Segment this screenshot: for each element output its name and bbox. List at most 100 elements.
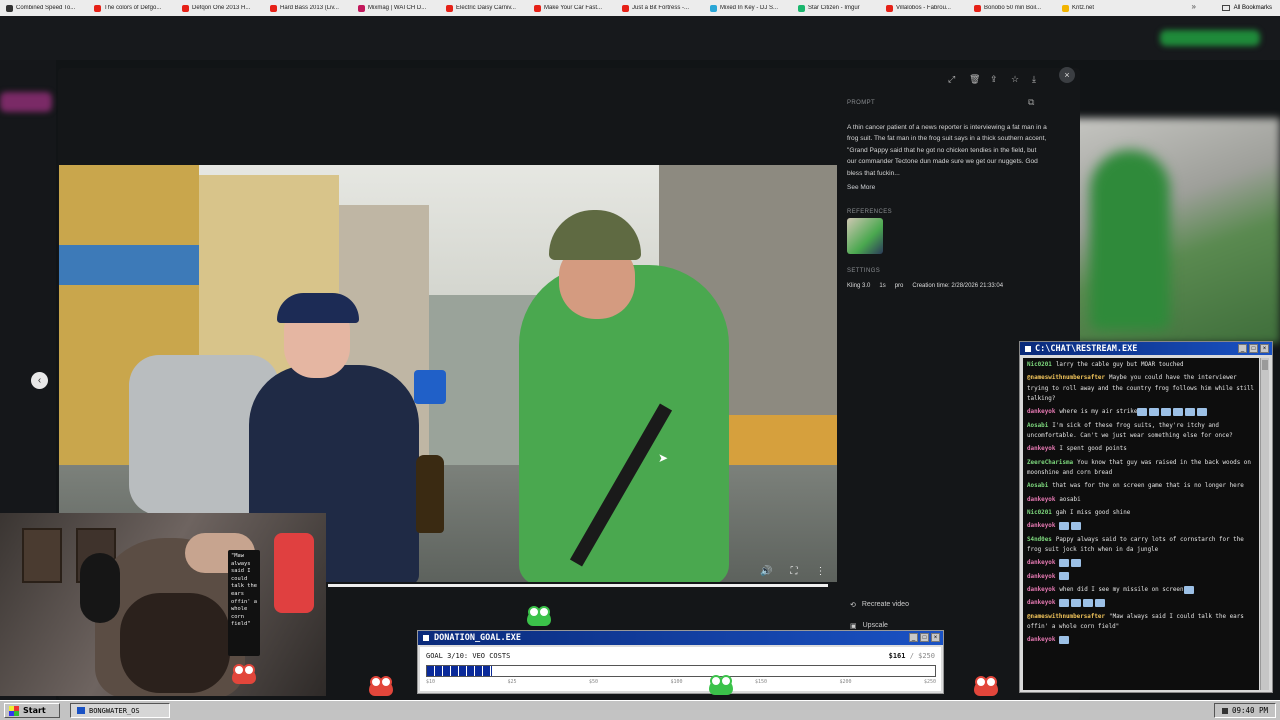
expand-icon[interactable]: ⤢ [948,75,957,84]
window-icon [77,707,85,714]
donation-tick-label: $10 [426,679,436,685]
bookmark-item[interactable]: Mixmag | WATCH D... [358,4,446,12]
background-sidebar-item [0,92,52,112]
bookmarks-more-button[interactable]: » [1192,2,1196,11]
favicon-icon [798,4,805,12]
bookmark-label: Villalobos - Fabrou... [896,5,951,11]
taskbar-app-bongwater[interactable]: BONGWATER_OS [70,703,170,718]
bookmark-item[interactable]: Combined Speed To... [6,4,94,12]
minimize-icon[interactable]: _ [1238,344,1247,353]
streamer-beard [120,593,230,693]
chat-username[interactable]: Aosabi [1027,423,1048,429]
share-icon[interactable]: ⇪ [990,75,999,84]
speaker-icon[interactable] [1221,707,1228,714]
chat-message: dankeyok [1027,572,1255,582]
emote-icon [1071,521,1082,530]
reference-thumbnail[interactable] [847,218,883,254]
emote-icon [1059,521,1070,530]
video-progress-bar[interactable] [328,584,828,587]
donation-tick-label: $150 [754,679,767,685]
chat-username[interactable]: S4nd0es [1027,537,1052,543]
chat-username[interactable]: dankeyok [1027,523,1055,529]
chat-username[interactable]: dankeyok [1027,497,1055,503]
close-button[interactable]: × [1059,67,1075,83]
bookmark-item[interactable]: Defqon One 2013 H... [182,4,270,12]
favicon-icon [974,4,981,12]
trash-icon[interactable]: 🗑 [969,75,980,84]
chat-title-bar: C:\CHAT\RESTREAM.EXE [1020,342,1272,355]
chat-username[interactable]: dankeyok [1027,637,1055,643]
maximize-icon[interactable]: □ [920,633,929,642]
donation-tick-label: $100 [670,679,683,685]
chat-message: dankeyok [1027,598,1255,608]
upscale-button[interactable]: ▣ Upscale [850,622,888,630]
see-more-link[interactable]: See More [847,182,1047,194]
bookmark-label: Make Your Car Fast... [544,5,603,11]
emote-icon [1137,407,1148,416]
donation-goal-window: DONATION_GOAL.EXE _ □ × GOAL 3/10: VEO C… [417,630,944,694]
maximize-icon[interactable]: □ [1249,344,1258,353]
volume-icon[interactable]: 🔊 [760,566,772,577]
donation-progress-fill [427,666,493,676]
bookmark-item[interactable]: Villalobos - Fabrou... [886,4,974,12]
chat-username[interactable]: dankeyok [1027,600,1055,606]
previous-button[interactable]: ‹ [31,372,48,389]
chat-username[interactable]: Nic0201 [1027,510,1052,516]
emote-icon [1059,598,1070,607]
emote-icon [1059,635,1070,644]
bookmark-label: Hard Bass 2013 (Liv... [280,5,339,11]
donation-tick-label: $25 [507,679,517,685]
all-bookmarks-label: All Bookmarks [1233,5,1272,11]
all-bookmarks-button[interactable]: All Bookmarks [1221,0,1272,16]
chat-username[interactable]: dankeyok [1027,574,1055,580]
bookmark-item[interactable]: The colors of Defgo... [94,4,182,12]
close-icon[interactable]: × [1260,344,1269,353]
chat-text: when did I see my missile on screen [1059,587,1184,594]
chat-username[interactable]: dankeyok [1027,409,1055,415]
bookmark-item[interactable]: Just a Bit Fortress -... [622,4,710,12]
settings-section: SETTINGS [847,266,1047,278]
chat-username[interactable]: Aosabi [1027,483,1048,489]
webcam-overlay [0,513,326,696]
bookmark-item[interactable]: Mixed In Key - DJ S... [710,4,798,12]
frog-sprite [369,676,393,696]
more-options-icon[interactable]: ⋮ [815,566,825,577]
favicon-icon [94,4,101,12]
chat-username[interactable]: ZeereCharisma [1027,460,1073,466]
chat-username[interactable]: dankeyok [1027,560,1055,566]
close-icon[interactable]: × [931,633,940,642]
setting-duration: 1s [879,283,886,289]
donation-tick-label: $250 [923,679,936,685]
chat-window: C:\CHAT\RESTREAM.EXE _ □ × Nic0201 larry … [1019,341,1273,693]
favicon-icon [270,4,277,12]
chat-username[interactable]: @nameswithnumbersafter [1027,614,1105,620]
start-button[interactable]: Start [4,703,60,718]
bookmark-item[interactable]: Hard Bass 2013 (Liv... [270,4,358,12]
bookmark-item[interactable]: Bonobo 50 min Boil... [974,4,1062,12]
scroll-thumb[interactable] [1262,360,1268,370]
recreate-video-button[interactable]: ⟲ Recreate video [850,601,909,609]
copy-icon[interactable]: ⧉ [1028,97,1034,108]
bookmark-label: Mixmag | WATCH D... [368,5,427,11]
bookmark-item[interactable]: Kritz.net [1062,4,1150,12]
chat-username[interactable]: Nic0201 [1027,362,1052,368]
donation-body: GOAL 3/10: VEO COSTS $161 / $250 $10 $25 $… [420,647,941,691]
star-icon[interactable]: ☆ [1011,75,1020,84]
bookmark-item[interactable]: Electric Daisy Carniv... [446,4,534,12]
bookmark-item[interactable]: Star Citizen - Imgur [798,4,886,12]
recreate-label: Recreate video [861,601,909,608]
emote-icon [1071,558,1082,567]
chat-username[interactable]: @nameswithnumbersafter [1027,375,1105,381]
frog-sprite [709,675,733,695]
chat-scrollbar[interactable] [1260,358,1269,690]
favicon-icon [1062,4,1069,12]
minimize-icon[interactable]: _ [909,633,918,642]
chat-username[interactable]: dankeyok [1027,446,1055,452]
chat-message: dankeyok [1027,635,1255,645]
video-controls: 🔊 ⛶ ⋮ [760,566,825,577]
chat-username[interactable]: dankeyok [1027,587,1055,593]
fullscreen-icon[interactable]: ⛶ [790,566,797,577]
bookmark-item[interactable]: Make Your Car Fast... [534,4,622,12]
emote-icon [1083,598,1094,607]
download-icon[interactable]: ⤓ [1032,75,1041,84]
